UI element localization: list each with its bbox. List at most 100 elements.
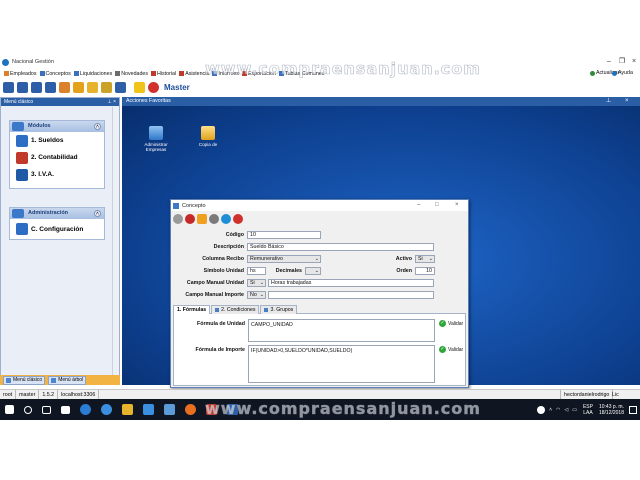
- pin-icon[interactable]: ⊥: [606, 97, 611, 106]
- percent-icon: [16, 168, 28, 181]
- skype-icon[interactable]: [101, 404, 112, 415]
- close-icon[interactable]: ×: [629, 57, 639, 67]
- list-icon[interactable]: [3, 82, 14, 93]
- menu-conceptos[interactable]: Conceptos: [39, 71, 71, 77]
- folder-icon[interactable]: [73, 82, 84, 93]
- left-panel-scrollbar[interactable]: [112, 107, 119, 383]
- list-icon: [115, 71, 121, 76]
- orden-field[interactable]: 10: [415, 267, 435, 275]
- decimales-label: Decimales: [275, 268, 302, 274]
- shortcut-copia[interactable]: Copia de: [188, 126, 228, 147]
- help-icon[interactable]: [221, 213, 231, 224]
- validar-importe-button[interactable]: ✓ Validar: [439, 346, 463, 353]
- group-modulos: Módulos ˄ 1. Sueldos 2. Contabilidad 3. …: [9, 120, 105, 189]
- collapse-icon[interactable]: ˄: [94, 123, 101, 130]
- pin-icon[interactable]: ⊥ ×: [107, 98, 116, 106]
- book-icon: [151, 71, 157, 76]
- campo-manual-unidad-select[interactable]: Si ⌄: [247, 279, 266, 287]
- grid-icon: [73, 71, 79, 76]
- volume-icon[interactable]: ◁: [564, 407, 568, 413]
- clock[interactable]: 10:43 p. m. 18/12/2018: [599, 404, 624, 416]
- formula-importe-label: Fórmula de Importe: [195, 347, 245, 353]
- codigo-field[interactable]: 10: [247, 231, 321, 239]
- remote-desktop-icon[interactable]: [164, 404, 175, 415]
- mail-icon[interactable]: [87, 82, 98, 93]
- status-bar: root master 1.5.2 localhost:3306 hectord…: [0, 389, 640, 408]
- tree-icon: [51, 377, 57, 383]
- settings-icon: [16, 223, 28, 235]
- tab-menu-arbol[interactable]: Menú árbol: [48, 375, 87, 385]
- activo-select[interactable]: Si ⌄: [415, 255, 435, 263]
- key-icon[interactable]: [101, 82, 112, 93]
- file-explorer-icon[interactable]: [122, 404, 133, 415]
- formula-unidad-field[interactable]: CAMPO_UNIDAD: [248, 319, 435, 342]
- menu-novedades[interactable]: Novedades: [115, 71, 148, 77]
- new-icon[interactable]: [173, 213, 183, 224]
- minimize-icon[interactable]: –: [417, 200, 420, 211]
- help-icon[interactable]: [537, 405, 546, 414]
- system-tray: ˄ ◠ ◁ ▭ ESP LAA 10:43 p. m. 18/12/2018: [537, 399, 637, 420]
- module-item-iva[interactable]: 3. I.V.A.: [10, 166, 104, 183]
- grid-icon[interactable]: [45, 82, 56, 93]
- dialog-title-bar: Concepto – □ ×: [171, 200, 468, 211]
- close-icon[interactable]: ×: [455, 200, 459, 211]
- menu-liquidaciones[interactable]: Liquidaciones: [73, 71, 112, 77]
- store-icon[interactable]: [61, 405, 70, 414]
- simbolo-unidad-field[interactable]: hs: [247, 267, 266, 275]
- group-header-administracion[interactable]: Administración ˄: [10, 208, 104, 219]
- campo-manual-importe-field[interactable]: [268, 291, 434, 299]
- edit-icon[interactable]: [197, 213, 207, 224]
- tab-grupos[interactable]: 3. Grupos: [260, 305, 298, 314]
- descripcion-field[interactable]: Sueldo Básico: [247, 243, 434, 251]
- app-logo-icon: [2, 58, 9, 66]
- minimize-icon[interactable]: –: [604, 57, 614, 67]
- favorites-header: Acciones Favoritas ⊥ ×: [122, 97, 640, 106]
- notifications-icon[interactable]: [629, 405, 637, 414]
- dropbox-icon[interactable]: [143, 404, 154, 415]
- menu-ayuda[interactable]: Ayuda: [612, 70, 633, 76]
- wifi-icon[interactable]: ◠: [556, 407, 560, 413]
- search-icon[interactable]: [209, 213, 219, 224]
- maximize-icon[interactable]: □: [435, 200, 439, 211]
- status-username: hectordanielrodrigo: [560, 389, 614, 400]
- search-icon[interactable]: [24, 405, 32, 414]
- maximize-icon[interactable]: ❐: [617, 57, 627, 67]
- delete-icon[interactable]: [185, 213, 195, 224]
- document-icon: [39, 71, 45, 76]
- battery-icon[interactable]: ▭: [572, 407, 577, 413]
- chart-icon[interactable]: [59, 82, 70, 93]
- tree-icon[interactable]: [17, 82, 28, 93]
- tab-formulas[interactable]: 1. Fórmulas: [173, 305, 211, 314]
- module-item-sueldos[interactable]: 1. Sueldos: [10, 132, 104, 149]
- tab-condiciones[interactable]: 2. Condiciones: [211, 305, 260, 314]
- menu-empleados[interactable]: Empleados: [4, 71, 37, 77]
- module-item-contabilidad[interactable]: 2. Contabilidad: [10, 149, 104, 166]
- columna-recibo-select[interactable]: Remunerativo ⌄: [247, 255, 321, 263]
- task-view-icon[interactable]: [42, 405, 51, 414]
- chevron-up-icon[interactable]: ˄: [549, 407, 552, 413]
- edge-icon[interactable]: [80, 404, 91, 415]
- lightbulb-icon[interactable]: [134, 82, 145, 93]
- power-icon[interactable]: [233, 213, 243, 224]
- status-database: master: [16, 389, 40, 400]
- menu-historial[interactable]: Historial: [151, 71, 176, 77]
- campo-manual-importe-select[interactable]: No ⌄: [247, 291, 266, 299]
- star-icon[interactable]: [31, 82, 42, 93]
- validar-unidad-button[interactable]: ✓ Validar: [439, 320, 463, 327]
- close-icon[interactable]: ×: [625, 97, 629, 106]
- firefox-icon[interactable]: [185, 404, 196, 415]
- language-indicator[interactable]: ESP LAA: [583, 404, 593, 416]
- codigo-label: Código: [225, 232, 244, 238]
- shortcut-administrar-empresas[interactable]: Administrar Empresas: [136, 126, 176, 152]
- campo-manual-unidad-field[interactable]: Horas trabajadas: [268, 279, 434, 287]
- module-item-configuracion[interactable]: C. Configuración: [10, 219, 104, 239]
- group-header-modulos[interactable]: Módulos ˄: [10, 121, 104, 132]
- formula-importe-field[interactable]: IF(UNIDAD>0,SUELDO*UNIDAD,SUELDO): [248, 345, 435, 383]
- collapse-icon[interactable]: ˄: [94, 210, 101, 217]
- network-icon[interactable]: [115, 82, 126, 93]
- decimales-select[interactable]: ⌄: [305, 267, 321, 275]
- tab-menu-clasico[interactable]: Menú clásico: [3, 375, 46, 385]
- check-icon: ✓: [439, 346, 446, 353]
- windows-start-icon[interactable]: [5, 405, 14, 414]
- power-icon[interactable]: [148, 82, 159, 93]
